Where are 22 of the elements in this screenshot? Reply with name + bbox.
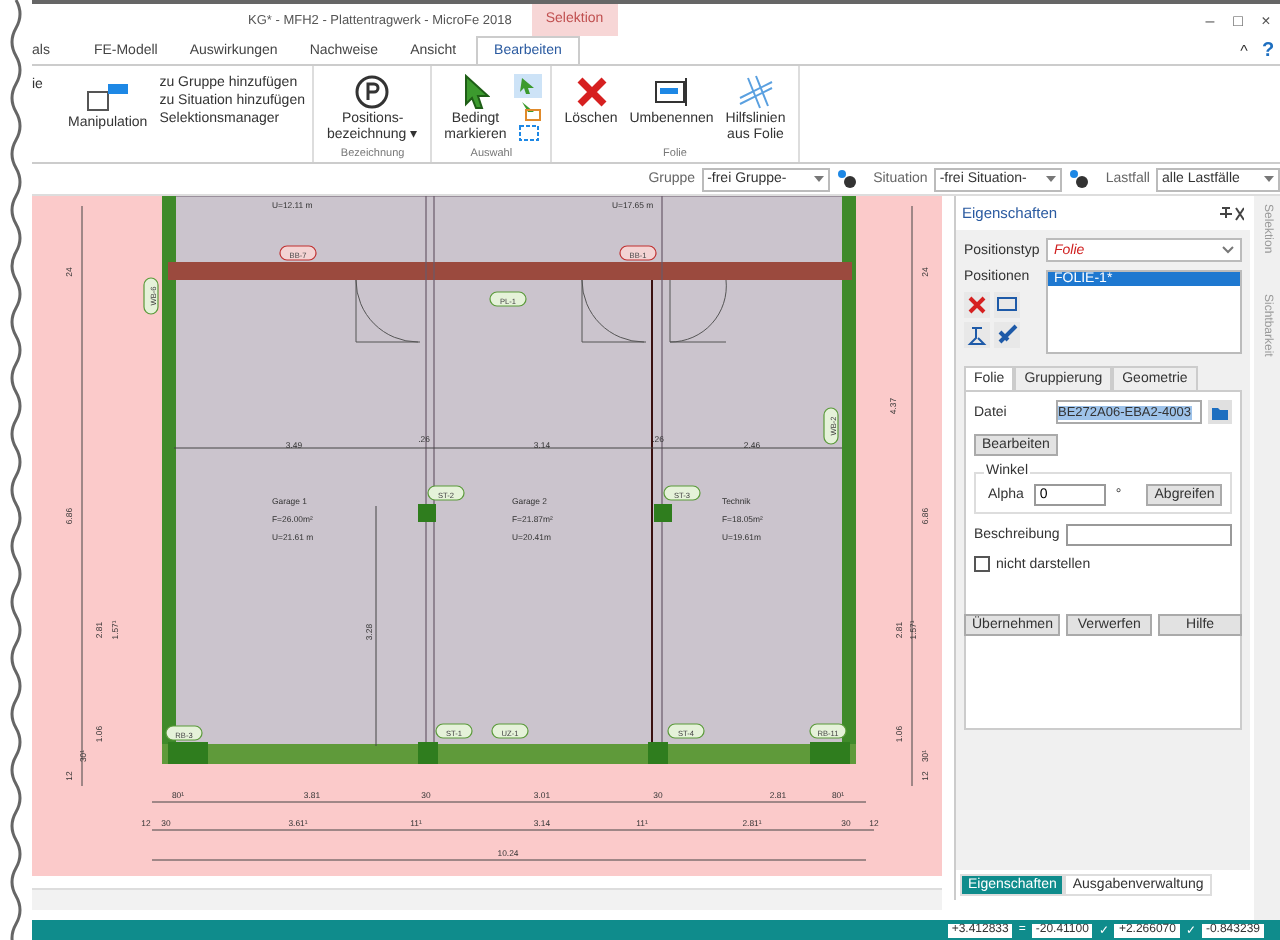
selection-tools-icon [514,74,543,142]
description-input[interactable] [1065,524,1233,546]
dropdown-caret-icon [1264,176,1274,182]
p-circle-icon [354,74,391,110]
guides-icon [735,74,776,110]
manipulation-icon [85,82,130,114]
pin-icon[interactable] [1216,205,1245,221]
folder-icon[interactable] [1208,400,1233,424]
horizontal-scrollbar[interactable] [32,888,942,910]
cursor-icon [461,74,490,110]
help-button[interactable]: ? [1256,36,1280,64]
checkbox[interactable] [974,556,990,572]
dropdown-caret-icon [1222,246,1235,254]
collapse-ribbon-button[interactable]: ^ [1232,36,1256,64]
list-tools-icon[interactable] [964,292,1020,348]
delete-icon [573,74,609,110]
dropdown-caret-icon [813,176,824,182]
window-control[interactable]: – [1196,11,1224,29]
dropdown-caret-icon [1045,176,1056,182]
window-control[interactable]: □ [1224,11,1252,29]
rename-icon [653,74,690,110]
window-control[interactable]: × [1252,11,1280,29]
